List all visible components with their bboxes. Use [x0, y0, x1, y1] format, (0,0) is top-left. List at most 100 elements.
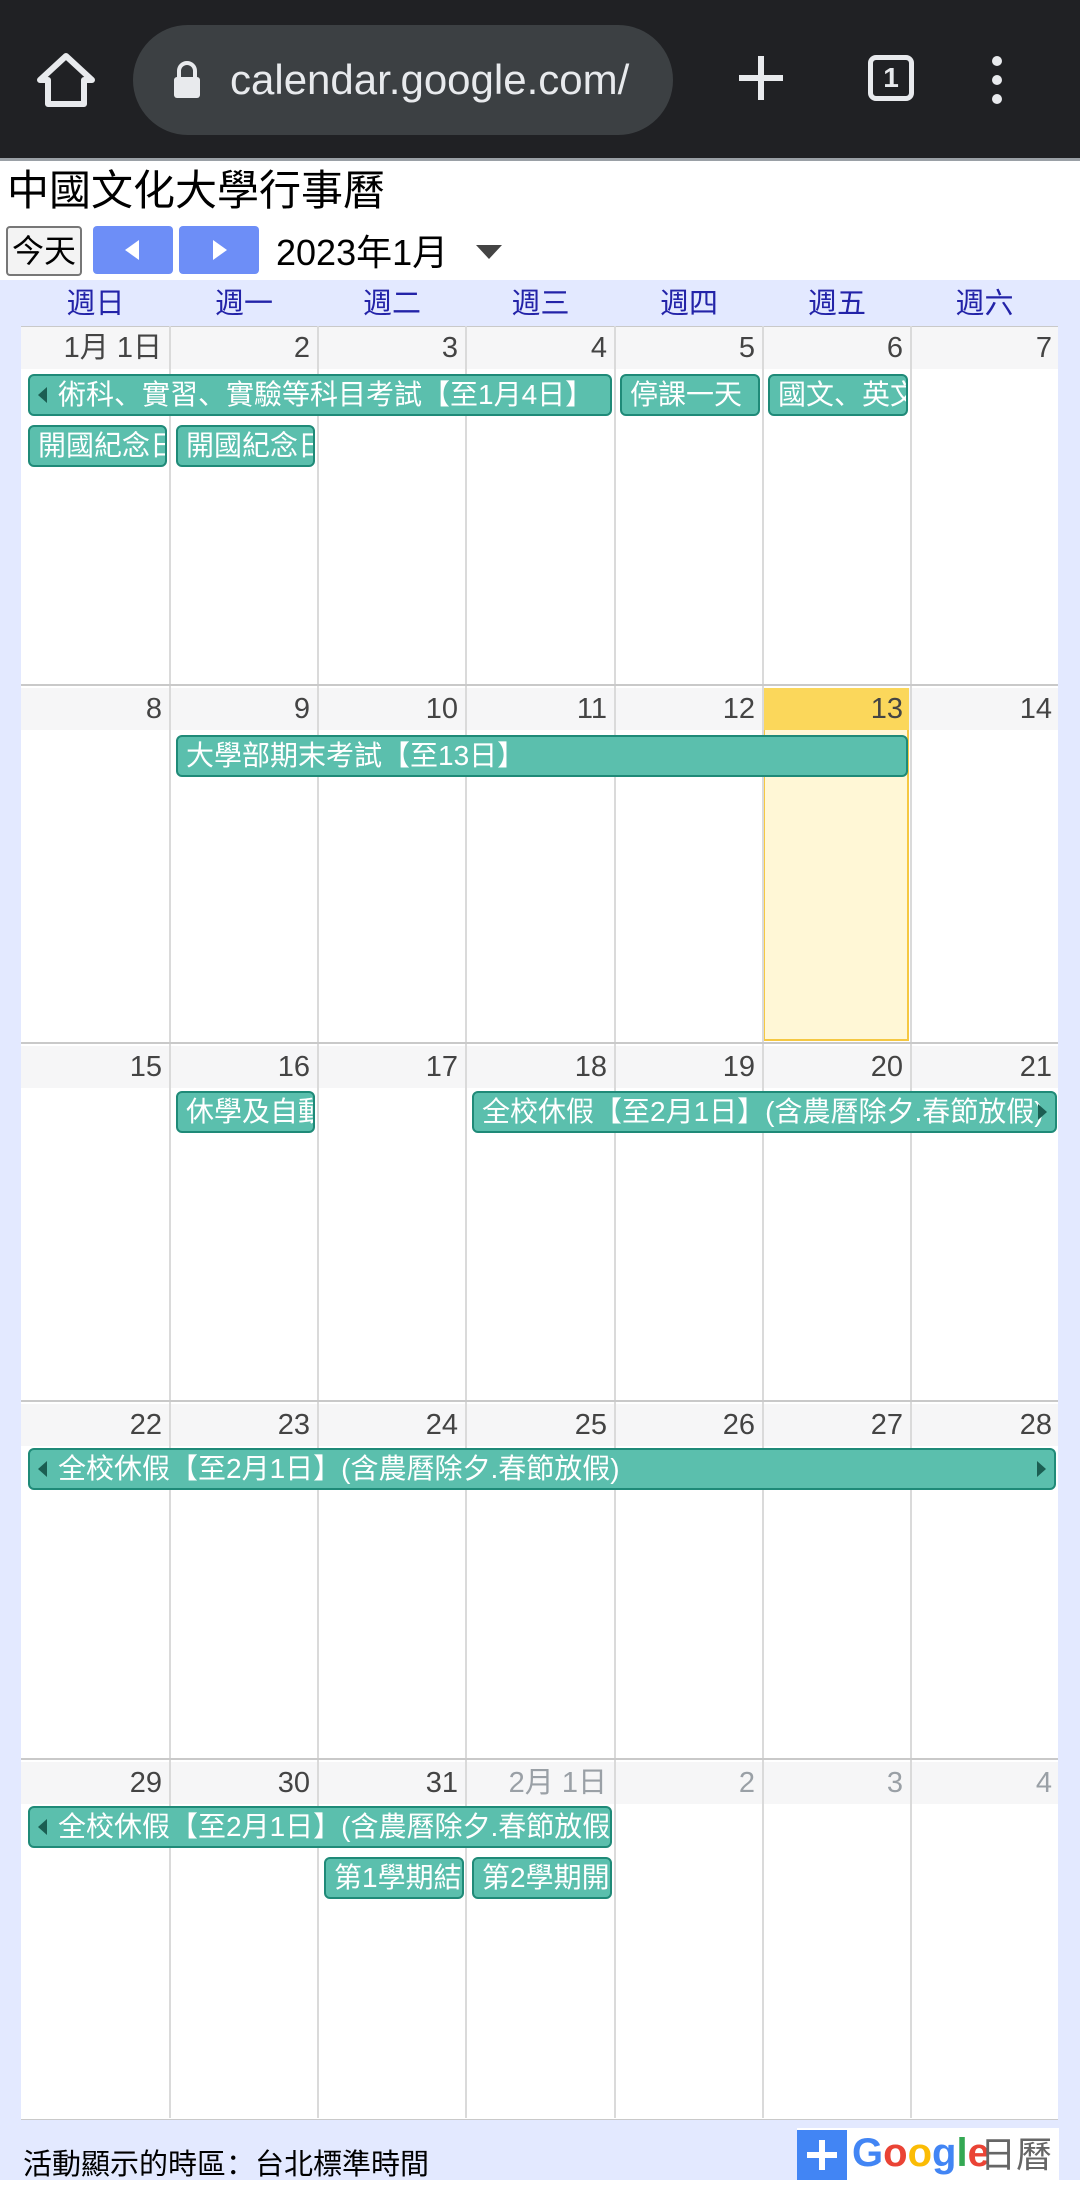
event-chip[interactable]: 國文、英文 — [768, 374, 908, 416]
date-cell[interactable]: 1月 1日 — [21, 327, 162, 369]
event-title: 第2學期開始 — [482, 1862, 610, 1893]
date-cell[interactable]: 3 — [318, 327, 458, 369]
weekday-header-mon: 週一 — [214, 288, 273, 320]
calendar-word: 日曆 — [980, 2134, 1053, 2175]
plus-icon — [797, 2130, 847, 2180]
tab-switcher-button[interactable]: 1 — [868, 55, 914, 101]
continues-left-icon — [38, 1819, 47, 1835]
event-chip[interactable]: 大學部期末考試【至13日】 — [176, 735, 908, 777]
date-cell-next-month[interactable]: 4 — [911, 1762, 1052, 1804]
date-cell[interactable]: 23 — [170, 1404, 310, 1446]
grid-divider — [21, 684, 1058, 686]
timezone-note: 活動顯示的時區：台北標準時間 — [23, 2149, 430, 2181]
chevron-right-icon — [213, 240, 227, 260]
date-cell-next-month[interactable]: 3 — [763, 1762, 903, 1804]
event-title: 休學及自動退學 — [186, 1096, 313, 1127]
google-logo: Google — [852, 2131, 990, 2175]
event-title: 第1學期結束 — [334, 1862, 462, 1893]
continues-right-icon — [1037, 1461, 1046, 1477]
next-month-button[interactable] — [179, 226, 259, 274]
date-cell[interactable]: 21 — [911, 1046, 1052, 1088]
month-dropdown-icon[interactable] — [476, 245, 502, 259]
event-chip[interactable]: 停課一天 — [620, 374, 760, 416]
new-tab-icon[interactable] — [735, 52, 787, 104]
grid-divider — [910, 326, 912, 2118]
event-chip[interactable]: 全校休假【至2月1日】(含農曆除夕.春節放假) — [28, 1448, 1056, 1490]
event-chip[interactable]: 第1學期結束 — [324, 1857, 464, 1899]
browser-toolbar: calendar.google.com/ 1 — [0, 0, 1080, 158]
date-cell-next-month[interactable]: 2月 1日 — [466, 1762, 607, 1804]
google-calendar-badge[interactable]: Google 日曆 — [797, 2128, 1059, 2180]
weekday-header-wed: 週三 — [511, 288, 570, 320]
date-cell[interactable]: 16 — [170, 1046, 310, 1088]
grid-divider — [614, 326, 616, 2118]
date-cell[interactable]: 18 — [466, 1046, 607, 1088]
weekday-header-tue: 週二 — [362, 288, 421, 320]
event-chip[interactable]: 第2學期開始 — [472, 1857, 612, 1899]
event-chip[interactable]: 休學及自動退學 — [176, 1091, 315, 1133]
event-title: 術科、實習、實驗等科目考試【至1月4日】 — [58, 379, 594, 410]
today-button[interactable]: 今天 — [6, 226, 82, 276]
month-grid — [21, 326, 1058, 2120]
continues-right-icon — [1038, 1104, 1047, 1120]
grid-divider — [169, 326, 171, 2118]
date-cell[interactable]: 7 — [911, 327, 1052, 369]
grid-divider — [317, 326, 319, 2118]
date-cell[interactable]: 31 — [318, 1762, 458, 1804]
grid-divider — [21, 1400, 1058, 1402]
grid-divider — [21, 1042, 1058, 1044]
date-cell[interactable]: 27 — [763, 1404, 903, 1446]
date-cell[interactable]: 30 — [170, 1762, 310, 1804]
date-cell[interactable]: 12 — [615, 688, 755, 730]
event-title: 開國紀念日 — [186, 430, 315, 461]
date-cell[interactable]: 2 — [170, 327, 310, 369]
date-cell-next-month[interactable]: 2 — [615, 1762, 755, 1804]
date-cell[interactable]: 19 — [615, 1046, 755, 1088]
event-chip[interactable]: 全校休假【至2月1日】(含農曆除夕.春節放假) — [472, 1091, 1057, 1133]
month-label: 2023年1月 — [276, 232, 449, 273]
grid-divider — [465, 326, 467, 2118]
chevron-left-icon — [125, 240, 139, 260]
event-title: 全校休假【至2月1日】(含農曆除夕.春節放假) — [482, 1096, 1044, 1127]
continues-left-icon — [38, 387, 47, 403]
event-chip[interactable]: 開國紀念日 — [28, 425, 167, 467]
date-cell[interactable]: 5 — [615, 327, 755, 369]
continues-left-icon — [38, 1461, 47, 1477]
weekday-header-sun: 週日 — [66, 288, 125, 320]
date-cell[interactable]: 22 — [21, 1404, 162, 1446]
more-options-icon[interactable] — [990, 55, 1004, 105]
date-cell[interactable]: 9 — [170, 688, 310, 730]
date-cell[interactable]: 11 — [466, 688, 607, 730]
weekday-header-fri: 週五 — [807, 288, 866, 320]
date-cell[interactable]: 10 — [318, 688, 458, 730]
date-cell[interactable]: 25 — [466, 1404, 607, 1446]
date-cell[interactable]: 26 — [615, 1404, 755, 1446]
home-icon[interactable] — [36, 52, 96, 108]
event-title: 停課一天 — [630, 379, 743, 410]
grid-divider — [21, 1758, 1058, 1760]
event-chip[interactable]: 全校休假【至2月1日】(含農曆除夕.春節放假) — [28, 1806, 612, 1848]
event-chip[interactable]: 開國紀念日 — [176, 425, 315, 467]
today-date-cell[interactable]: 13 — [763, 688, 903, 730]
event-title: 全校休假【至2月1日】(含農曆除夕.春節放假) — [58, 1811, 612, 1842]
date-cell[interactable]: 6 — [763, 327, 903, 369]
date-cell[interactable]: 20 — [763, 1046, 903, 1088]
toolbar-divider — [0, 158, 1080, 161]
date-cell[interactable]: 15 — [21, 1046, 162, 1088]
prev-month-button[interactable] — [93, 226, 173, 274]
event-title: 大學部期末考試【至13日】 — [186, 740, 526, 771]
event-title: 開國紀念日 — [38, 430, 167, 461]
event-chip[interactable]: 術科、實習、實驗等科目考試【至1月4日】 — [28, 374, 612, 416]
date-cell[interactable]: 24 — [318, 1404, 458, 1446]
date-cell[interactable]: 8 — [21, 688, 162, 730]
event-title: 國文、英文 — [778, 379, 908, 410]
event-title: 全校休假【至2月1日】(含農曆除夕.春節放假) — [58, 1453, 620, 1484]
date-cell[interactable]: 29 — [21, 1762, 162, 1804]
url-text[interactable]: calendar.google.com/ — [230, 52, 650, 108]
date-cell[interactable]: 28 — [911, 1404, 1052, 1446]
date-cell[interactable]: 14 — [911, 688, 1052, 730]
date-cell[interactable]: 4 — [466, 327, 607, 369]
grid-divider — [762, 326, 764, 2118]
weekday-header-sat: 週六 — [955, 288, 1014, 320]
date-cell[interactable]: 17 — [318, 1046, 458, 1088]
